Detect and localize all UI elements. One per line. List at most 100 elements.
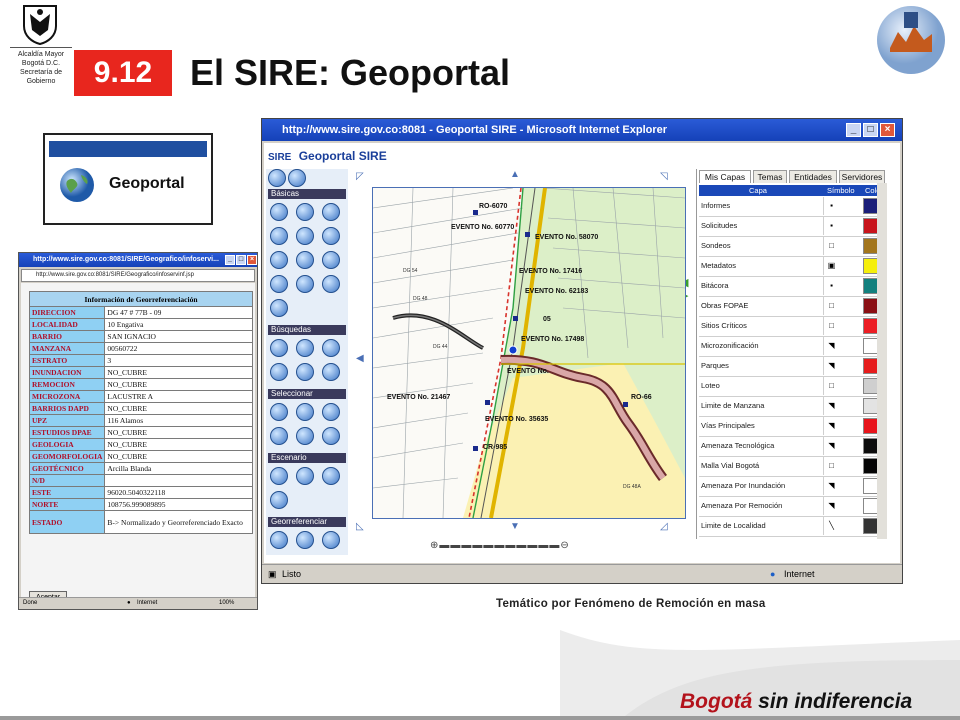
- scenario-c-icon[interactable]: [322, 467, 340, 485]
- maximize-button[interactable]: □: [863, 123, 878, 137]
- map-view[interactable]: DG 54 DG 48 DG 44 DG 48A RO-6070 EVENTO No…: [372, 187, 686, 519]
- pan-southwest-icon[interactable]: ◺: [356, 521, 364, 532]
- layer-name: Amenaza Por Remoción: [701, 497, 824, 515]
- close-button[interactable]: ×: [880, 123, 895, 137]
- layer-row[interactable]: Amenaza Tecnológica ◥: [699, 437, 887, 457]
- search-tool-icon[interactable]: [322, 275, 340, 293]
- layer-row[interactable]: Limite de Localidad ╲: [699, 517, 887, 537]
- select-polygon-icon[interactable]: [296, 427, 314, 445]
- address-bar[interactable]: http://www.sire.gov.co:8081/SIRE/Geograf…: [21, 269, 255, 282]
- zoom-in-tool-icon[interactable]: [270, 203, 288, 221]
- draw-tool-icon[interactable]: [322, 251, 340, 269]
- layer-row[interactable]: Amenaza Por Inundación ◥: [699, 477, 887, 497]
- measure-tool-icon[interactable]: [296, 251, 314, 269]
- map-label-ro6070: RO-6070: [479, 203, 508, 210]
- scenario-a-icon[interactable]: [270, 467, 288, 485]
- main-window-titlebar[interactable]: http://www.sire.gov.co:8081 - Geoportal …: [262, 119, 902, 141]
- tab-entidades[interactable]: Entidades: [789, 170, 837, 183]
- layer-row[interactable]: Amenaza Por Remoción ◥: [699, 497, 887, 517]
- layer-row[interactable]: Metadatos ▣: [699, 257, 887, 277]
- layer-row[interactable]: Sitios Críticos □: [699, 317, 887, 337]
- field-value: DG 47 # 77B - 09: [104, 306, 253, 319]
- event-search-icon[interactable]: [296, 339, 314, 357]
- status-zone: Internet: [137, 600, 158, 606]
- maximize-button[interactable]: □: [236, 255, 246, 265]
- tab-servidores[interactable]: Servidores: [839, 170, 885, 183]
- zoom-out-tool-icon[interactable]: [296, 203, 314, 221]
- close-button[interactable]: ×: [247, 255, 257, 265]
- georef-globe-icon[interactable]: [296, 531, 314, 549]
- select-query-icon[interactable]: [322, 403, 340, 421]
- select-line-icon[interactable]: [270, 427, 288, 445]
- map-label-evento-60770: EVENTO No. 60770: [451, 224, 515, 231]
- layer-row[interactable]: Obras FOPAE □: [699, 297, 887, 317]
- locality-search-icon[interactable]: [296, 363, 314, 381]
- extent-tool-icon[interactable]: [322, 227, 340, 245]
- layer-row[interactable]: Microzonificación ◥: [699, 337, 887, 357]
- layer-row[interactable]: Vías Principales ◥: [699, 417, 887, 437]
- status-text: Done: [23, 600, 38, 606]
- home-map-tool-icon[interactable]: [270, 299, 288, 317]
- tab-temas[interactable]: Temas: [753, 170, 787, 183]
- place-search-icon[interactable]: [322, 339, 340, 357]
- layer-name: Sitios Críticos: [701, 317, 824, 335]
- layers-scrollbar[interactable]: [877, 183, 887, 539]
- home-tool-icon[interactable]: [268, 169, 286, 187]
- zoom-slider[interactable]: ⊕▬▬▬▬▬▬▬▬▬▬▬⊖: [430, 540, 570, 551]
- seal-icon: [18, 2, 62, 46]
- section-number-badge: 9.12: [74, 50, 172, 96]
- info-window-titlebar[interactable]: http://www.sire.gov.co:8081/SIRE/Geograf…: [19, 253, 257, 267]
- pan-northwest-icon[interactable]: ◸: [356, 171, 364, 182]
- book-search-icon[interactable]: [322, 363, 340, 381]
- clear-selection-icon[interactable]: [322, 427, 340, 445]
- minimize-button[interactable]: _: [225, 255, 235, 265]
- layer-name: Sondeos: [701, 237, 824, 255]
- map-label-evento-17498: EVENTO No. 17498: [521, 336, 585, 343]
- pan-north-icon[interactable]: ▲: [510, 169, 520, 180]
- layer-row[interactable]: Bitácora ▪: [699, 277, 887, 297]
- field-value: 10 Engativa: [104, 318, 253, 331]
- layer-row[interactable]: Sondeos □: [699, 237, 887, 257]
- layer-row[interactable]: Solicitudes ▪: [699, 217, 887, 237]
- minimize-button[interactable]: _: [846, 123, 861, 137]
- pan-northeast-icon[interactable]: ◹: [660, 171, 668, 182]
- refresh-tool-icon[interactable]: [288, 169, 306, 187]
- layer-row[interactable]: Malla Vial Bogotá □: [699, 457, 887, 477]
- layer-row[interactable]: Informes ▪: [699, 197, 887, 217]
- select-box-icon[interactable]: [296, 403, 314, 421]
- georef-edit-icon[interactable]: [322, 531, 340, 549]
- georef-pin-icon[interactable]: [270, 531, 288, 549]
- layer-name: Metadatos: [701, 257, 824, 275]
- layer-name: Solicitudes: [701, 217, 824, 235]
- layer-name: Malla Vial Bogotá: [701, 457, 824, 475]
- table-title: Información de Georreferenciación: [29, 291, 253, 307]
- overview-tool-icon[interactable]: [296, 275, 314, 293]
- layers-tool-icon[interactable]: [270, 275, 288, 293]
- select-point-icon[interactable]: [270, 403, 288, 421]
- layer-symbol-icon: ◥: [828, 421, 835, 430]
- layer-symbol-icon: ◥: [828, 341, 835, 350]
- internet-icon: ●: [127, 600, 131, 606]
- tab-mis-capas[interactable]: Mis Capas: [699, 170, 751, 183]
- field-value: 116 Alamos: [104, 414, 253, 427]
- layer-row[interactable]: Loteo □: [699, 377, 887, 397]
- print-tool-icon[interactable]: [270, 251, 288, 269]
- scenario-b-icon[interactable]: [296, 467, 314, 485]
- address-search-icon[interactable]: [270, 339, 288, 357]
- identify-tool-icon[interactable]: [270, 227, 288, 245]
- status-bar: ▣ Listo ● Internet: [262, 564, 902, 583]
- pan-south-icon[interactable]: ▼: [510, 521, 520, 532]
- field-label: ESTUDIOS DPAE: [28, 426, 106, 439]
- pan-southeast-icon[interactable]: ◿: [660, 521, 668, 532]
- pan-tool-icon[interactable]: [322, 203, 340, 221]
- neighborhood-search-icon[interactable]: [270, 363, 288, 381]
- layer-row[interactable]: Parques ◥: [699, 357, 887, 377]
- pan-west-icon[interactable]: ◀: [356, 353, 364, 364]
- info-window: http://www.sire.gov.co:8081/SIRE/Geograf…: [18, 252, 258, 610]
- layer-row[interactable]: Limite de Manzana ◥: [699, 397, 887, 417]
- info-tool-icon[interactable]: [296, 227, 314, 245]
- tool-panel: Básicas Búsquedas Seleccionar Escenario …: [266, 169, 348, 555]
- field-value: Arcilla Blanda: [104, 462, 253, 475]
- scenario-d-icon[interactable]: [270, 491, 288, 509]
- svg-text:DG 48A: DG 48A: [623, 484, 641, 490]
